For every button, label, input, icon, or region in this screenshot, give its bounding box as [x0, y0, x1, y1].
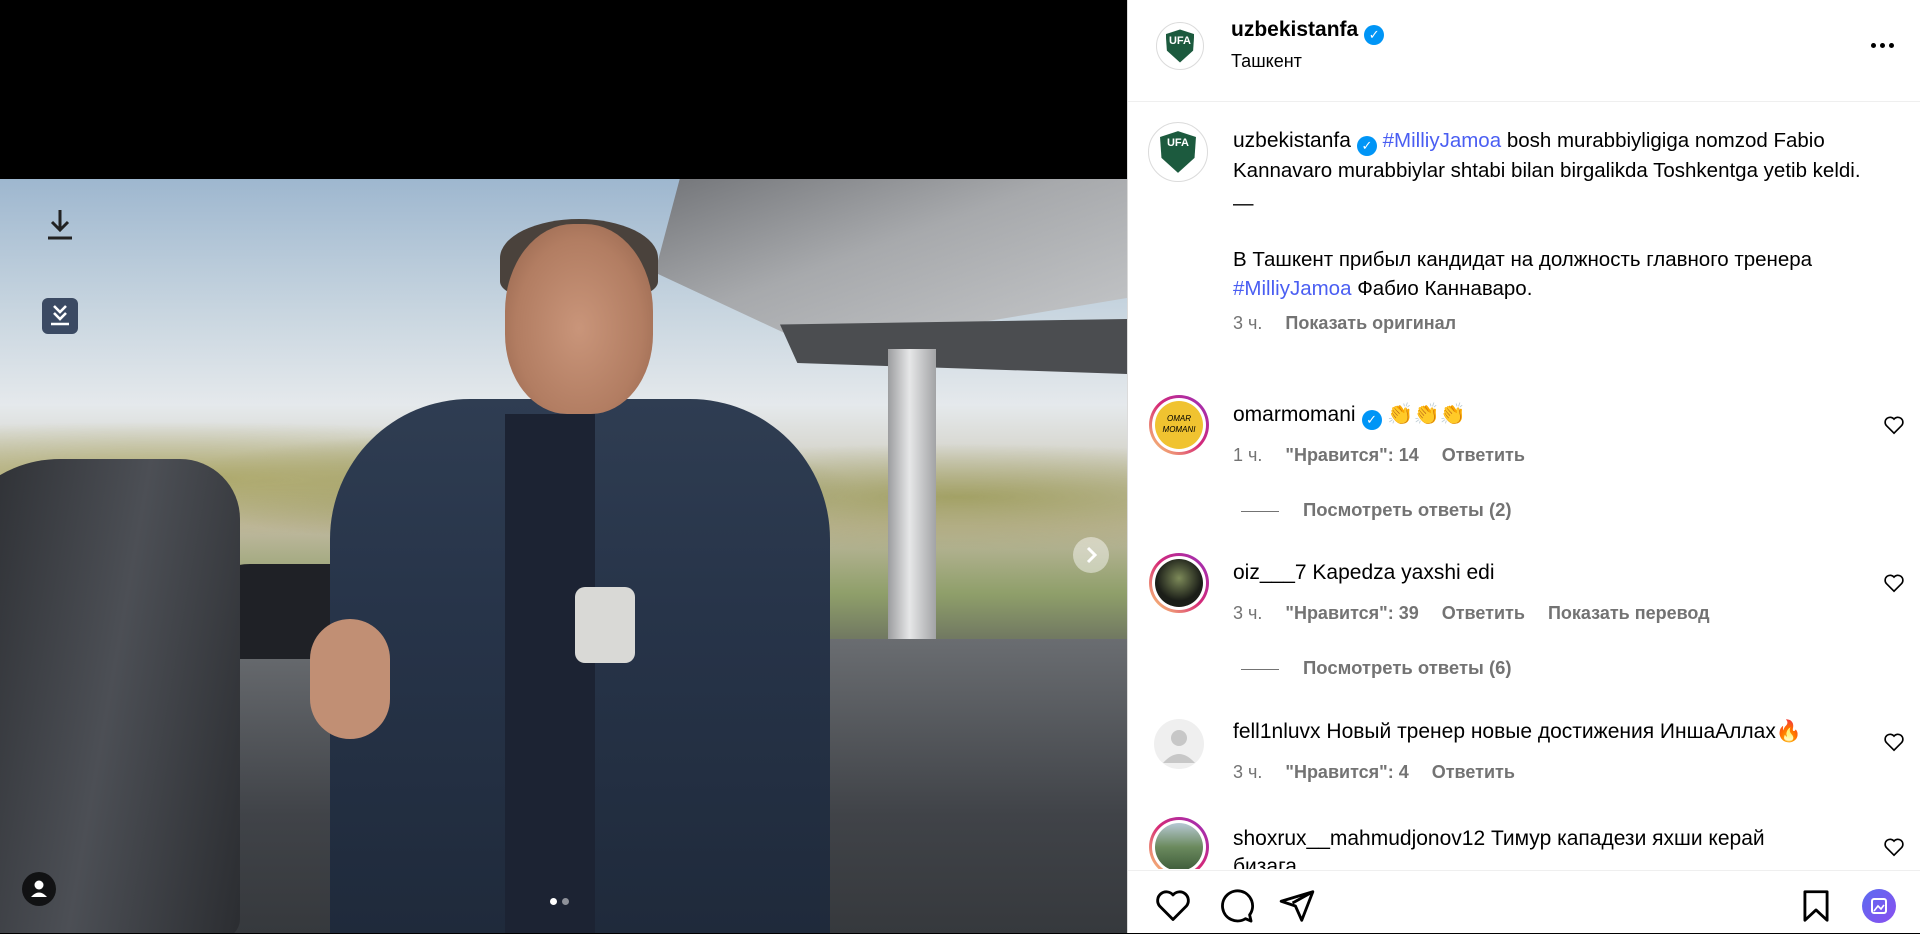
reply-button[interactable]: Ответить — [1432, 762, 1515, 782]
comment-likes[interactable]: "Нравится": 39 — [1285, 603, 1418, 623]
post-media — [0, 0, 1127, 933]
comment-user[interactable]: omarmomani — [1233, 403, 1356, 426]
reply-button[interactable]: Ответить — [1442, 603, 1525, 623]
comment-user[interactable]: shoxrux__mahmudjonov12 — [1233, 827, 1485, 850]
comment-meta: 3 ч. "Нравится": 4 Ответить — [1233, 762, 1533, 783]
view-replies-text: Посмотреть ответы (6) — [1303, 657, 1512, 678]
heart-icon[interactable] — [1154, 887, 1192, 925]
comment-heart-icon[interactable] — [1883, 732, 1905, 752]
comment-user[interactable]: fell1nluvx — [1233, 720, 1321, 743]
download-box-icon[interactable] — [42, 298, 78, 334]
post-location[interactable]: Ташкент — [1231, 51, 1302, 72]
bookmark-icon[interactable] — [1797, 887, 1835, 925]
post-photo — [0, 179, 1127, 933]
caption-text-ru: В Ташкент прибыл кандидат на должность г… — [1233, 248, 1813, 271]
carousel-next-button[interactable] — [1073, 537, 1109, 573]
comment-likes[interactable]: "Нравится": 14 — [1285, 445, 1418, 465]
comment-avatar[interactable] — [1149, 553, 1209, 613]
comment-meta: 3 ч. "Нравится": 39 Ответить Показать пе… — [1233, 603, 1728, 624]
reply-button[interactable]: Ответить — [1442, 445, 1525, 465]
ufa-logo: UFA — [1165, 29, 1195, 63]
carousel-dot — [562, 898, 569, 905]
caption-dash: — — [1233, 192, 1254, 215]
caption-author[interactable]: uzbekistanfa — [1233, 129, 1351, 152]
view-replies-text: Посмотреть ответы (2) — [1303, 499, 1512, 520]
comment-body: oiz___7 Kapedza yaxshi edi — [1233, 561, 1495, 585]
user-tag-icon[interactable] — [22, 872, 56, 906]
comment-body: omarmomani ✓ 👏👏👏 — [1233, 403, 1466, 430]
verified-badge-icon: ✓ — [1361, 410, 1382, 430]
download-icon[interactable] — [42, 206, 78, 242]
comment-avatar[interactable] — [1154, 719, 1204, 769]
comment-likes[interactable]: "Нравится": 4 — [1285, 762, 1408, 782]
caption-text-ru-end: Фабио Каннаваро. — [1357, 277, 1533, 300]
comment-text: Тимур кападези яхши керай — [1491, 827, 1765, 850]
caption-meta: 3 ч. Показать оригинал — [1233, 309, 1873, 338]
carousel-indicator — [550, 898, 569, 905]
post-panel: UFA uzbekistanfa ✓ Ташкент UFA uzbekistan… — [1127, 0, 1920, 933]
action-bar — [1128, 870, 1920, 934]
account-name-row: uzbekistanfa ✓ — [1231, 18, 1385, 45]
view-replies-button[interactable]: Посмотреть ответы (6) — [1241, 657, 1512, 679]
ufa-logo: UFA — [1160, 131, 1196, 173]
caption-hashtag-ru[interactable]: #MilliyJamoa — [1233, 277, 1351, 300]
comment-time[interactable]: 3 ч. — [1233, 603, 1262, 623]
comment-body: fell1nluvx Новый тренер новые достижения… — [1233, 720, 1802, 744]
comment-avatar[interactable]: OMAR MOMANI — [1149, 395, 1209, 455]
verified-badge-icon: ✓ — [1356, 136, 1377, 156]
more-icon[interactable] — [1864, 30, 1900, 60]
send-icon[interactable] — [1278, 887, 1316, 925]
verified-badge-icon: ✓ — [1364, 25, 1385, 45]
comment-time[interactable]: 3 ч. — [1233, 762, 1262, 782]
comment-user[interactable]: oiz___7 — [1233, 561, 1307, 584]
caption-hashtag[interactable]: #MilliyJamoa — [1383, 129, 1501, 152]
reply-line — [1241, 668, 1279, 670]
comment-heart-icon[interactable] — [1883, 837, 1905, 857]
caption-avatar[interactable]: UFA — [1148, 122, 1208, 182]
comment-text: Kapedza yaxshi edi — [1312, 561, 1495, 584]
comment-icon[interactable] — [1217, 887, 1255, 925]
post-header: UFA uzbekistanfa ✓ Ташкент — [1128, 0, 1920, 102]
reply-line — [1241, 510, 1279, 512]
comment-text: Новый тренер новые достижения ИншаАллах🔥 — [1326, 720, 1802, 743]
comment-text: 👏👏👏 — [1387, 403, 1466, 426]
show-original-button[interactable]: Показать оригинал — [1285, 313, 1456, 333]
comment-time[interactable]: 1 ч. — [1233, 445, 1262, 465]
comment-heart-icon[interactable] — [1883, 415, 1905, 435]
account-name[interactable]: uzbekistanfa — [1231, 18, 1358, 41]
carousel-dot-active — [550, 898, 557, 905]
caption-time[interactable]: 3 ч. — [1233, 313, 1262, 333]
comment-heart-icon[interactable] — [1883, 573, 1905, 593]
comment-body: shoxrux__mahmudjonov12 Тимур кападези ях… — [1233, 825, 1765, 869]
post-caption: uzbekistanfa ✓ #MilliyJamoa bosh murabbiy… — [1233, 126, 1873, 338]
comment-avatar[interactable] — [1149, 817, 1209, 869]
comment-text-cont: бизага — [1233, 855, 1297, 869]
image-extension-icon[interactable] — [1862, 889, 1896, 923]
account-avatar[interactable]: UFA — [1156, 22, 1204, 70]
view-replies-button[interactable]: Посмотреть ответы (2) — [1241, 499, 1512, 521]
comment-meta: 1 ч. "Нравится": 14 Ответить — [1233, 445, 1543, 466]
caption-text-ru-block: В Ташкент прибыл кандидат на должность г… — [1233, 245, 1873, 303]
comment-item: shoxrux__mahmudjonov12 Тимур кападези ях… — [1128, 817, 1920, 869]
show-translation-button[interactable]: Показать перевод — [1548, 603, 1710, 623]
